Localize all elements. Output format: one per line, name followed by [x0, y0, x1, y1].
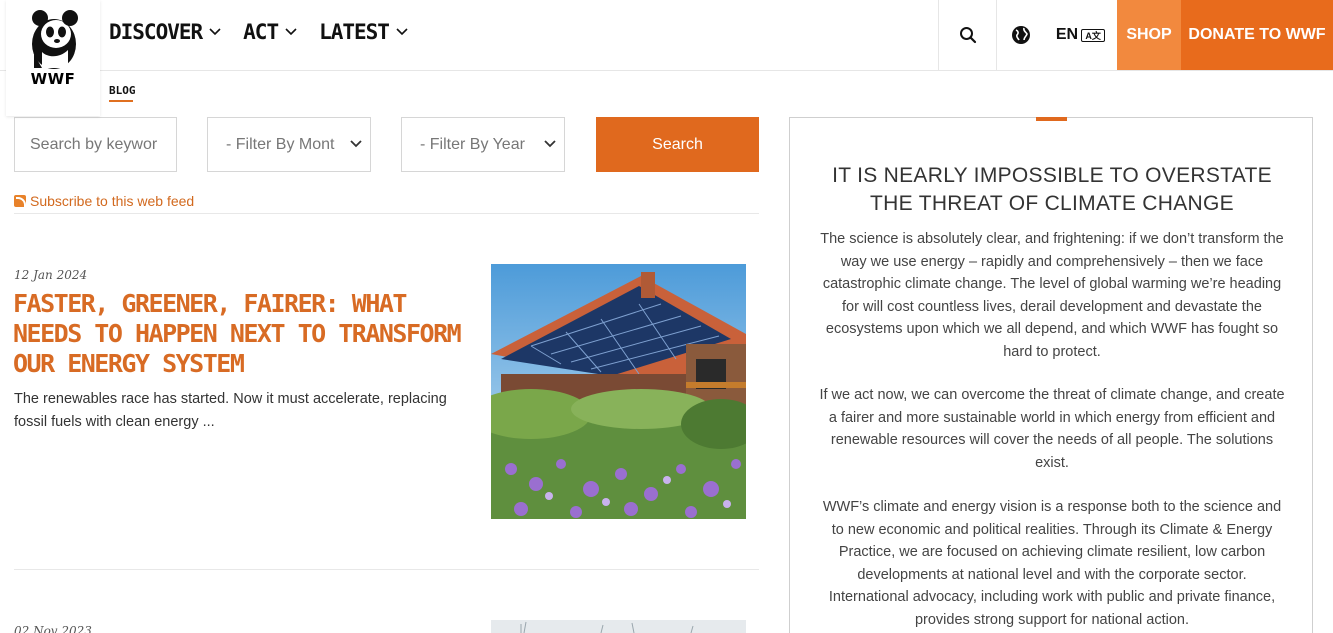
divider	[14, 569, 759, 570]
site-header: DISCOVER ACT LATEST EN A文 SHOP DONATE TO…	[0, 0, 1333, 71]
sidebar-paragraph: If we act now, we can overcome the threa…	[819, 387, 1285, 471]
climate-sidebar: IT IS NEARLY IMPOSSIBLE TO OVERSTATE THE…	[789, 117, 1313, 633]
shop-button[interactable]: SHOP	[1117, 0, 1181, 70]
wwf-logo[interactable]: WWF	[6, 0, 100, 116]
chevron-down-icon	[544, 140, 556, 148]
subscribe-label: Subscribe to this web feed	[30, 193, 195, 209]
sidebar-paragraph: WWF’s climate and energy vision is a res…	[822, 499, 1282, 628]
sidebar-title: IT IS NEARLY IMPOSSIBLE TO OVERSTATE THE…	[832, 164, 1272, 215]
panda-logo-icon	[32, 10, 78, 69]
rss-icon	[14, 195, 26, 207]
sidebar-accent-bar	[1036, 117, 1067, 121]
article-date: 02 Nov 2023	[14, 624, 92, 633]
header-actions: EN A文 SHOP DONATE TO WWF	[938, 0, 1333, 70]
chevron-down-icon	[396, 28, 408, 36]
nav-act[interactable]: ACT	[243, 20, 297, 44]
month-filter-select[interactable]: - Filter By Mont	[207, 117, 371, 172]
nav-act-label: ACT	[243, 20, 279, 44]
sidebar-paragraph: The science is absolutely clear, and fri…	[820, 231, 1284, 360]
year-filter-select[interactable]: - Filter By Year	[401, 117, 565, 172]
subnav-blog[interactable]: BLOG	[109, 84, 136, 97]
solar-house-image	[491, 264, 746, 519]
chevron-down-icon	[285, 28, 297, 36]
month-filter-value: - Filter By Mont	[226, 135, 335, 153]
chevron-down-icon	[350, 140, 362, 148]
article-excerpt: The renewables race has started. Now it …	[14, 391, 447, 430]
logo-text: WWF	[30, 70, 76, 88]
subnav-active-indicator	[109, 100, 133, 102]
main-nav: DISCOVER ACT LATEST	[109, 20, 408, 44]
globe-icon	[1011, 26, 1030, 44]
nav-discover-label: DISCOVER	[109, 20, 203, 44]
article-thumbnail[interactable]	[491, 620, 746, 633]
divider	[14, 213, 759, 214]
translate-icon: A文	[1081, 28, 1106, 42]
search-icon	[959, 27, 976, 44]
search-submit-button[interactable]: Search	[596, 117, 759, 172]
article-title-link[interactable]: Faster, greener, fairer: what needs to h…	[13, 289, 463, 379]
donate-button[interactable]: DONATE TO WWF	[1181, 0, 1333, 70]
subscribe-link[interactable]: Subscribe to this web feed	[14, 193, 194, 209]
nav-discover[interactable]: DISCOVER	[109, 20, 221, 44]
article-date: 12 Jan 2024	[14, 268, 88, 282]
chevron-down-icon	[209, 28, 221, 36]
nav-latest-label: LATEST	[319, 20, 390, 44]
nav-latest[interactable]: LATEST	[319, 20, 408, 44]
language-selector[interactable]: EN A文	[1044, 0, 1117, 70]
year-filter-value: - Filter By Year	[420, 135, 525, 153]
search-button[interactable]	[938, 0, 996, 70]
language-label: EN	[1055, 26, 1079, 43]
article-thumbnail[interactable]	[491, 264, 746, 519]
search-input[interactable]: Search by keywor	[14, 117, 177, 172]
article-image	[491, 620, 746, 633]
globe-button[interactable]	[996, 0, 1044, 70]
